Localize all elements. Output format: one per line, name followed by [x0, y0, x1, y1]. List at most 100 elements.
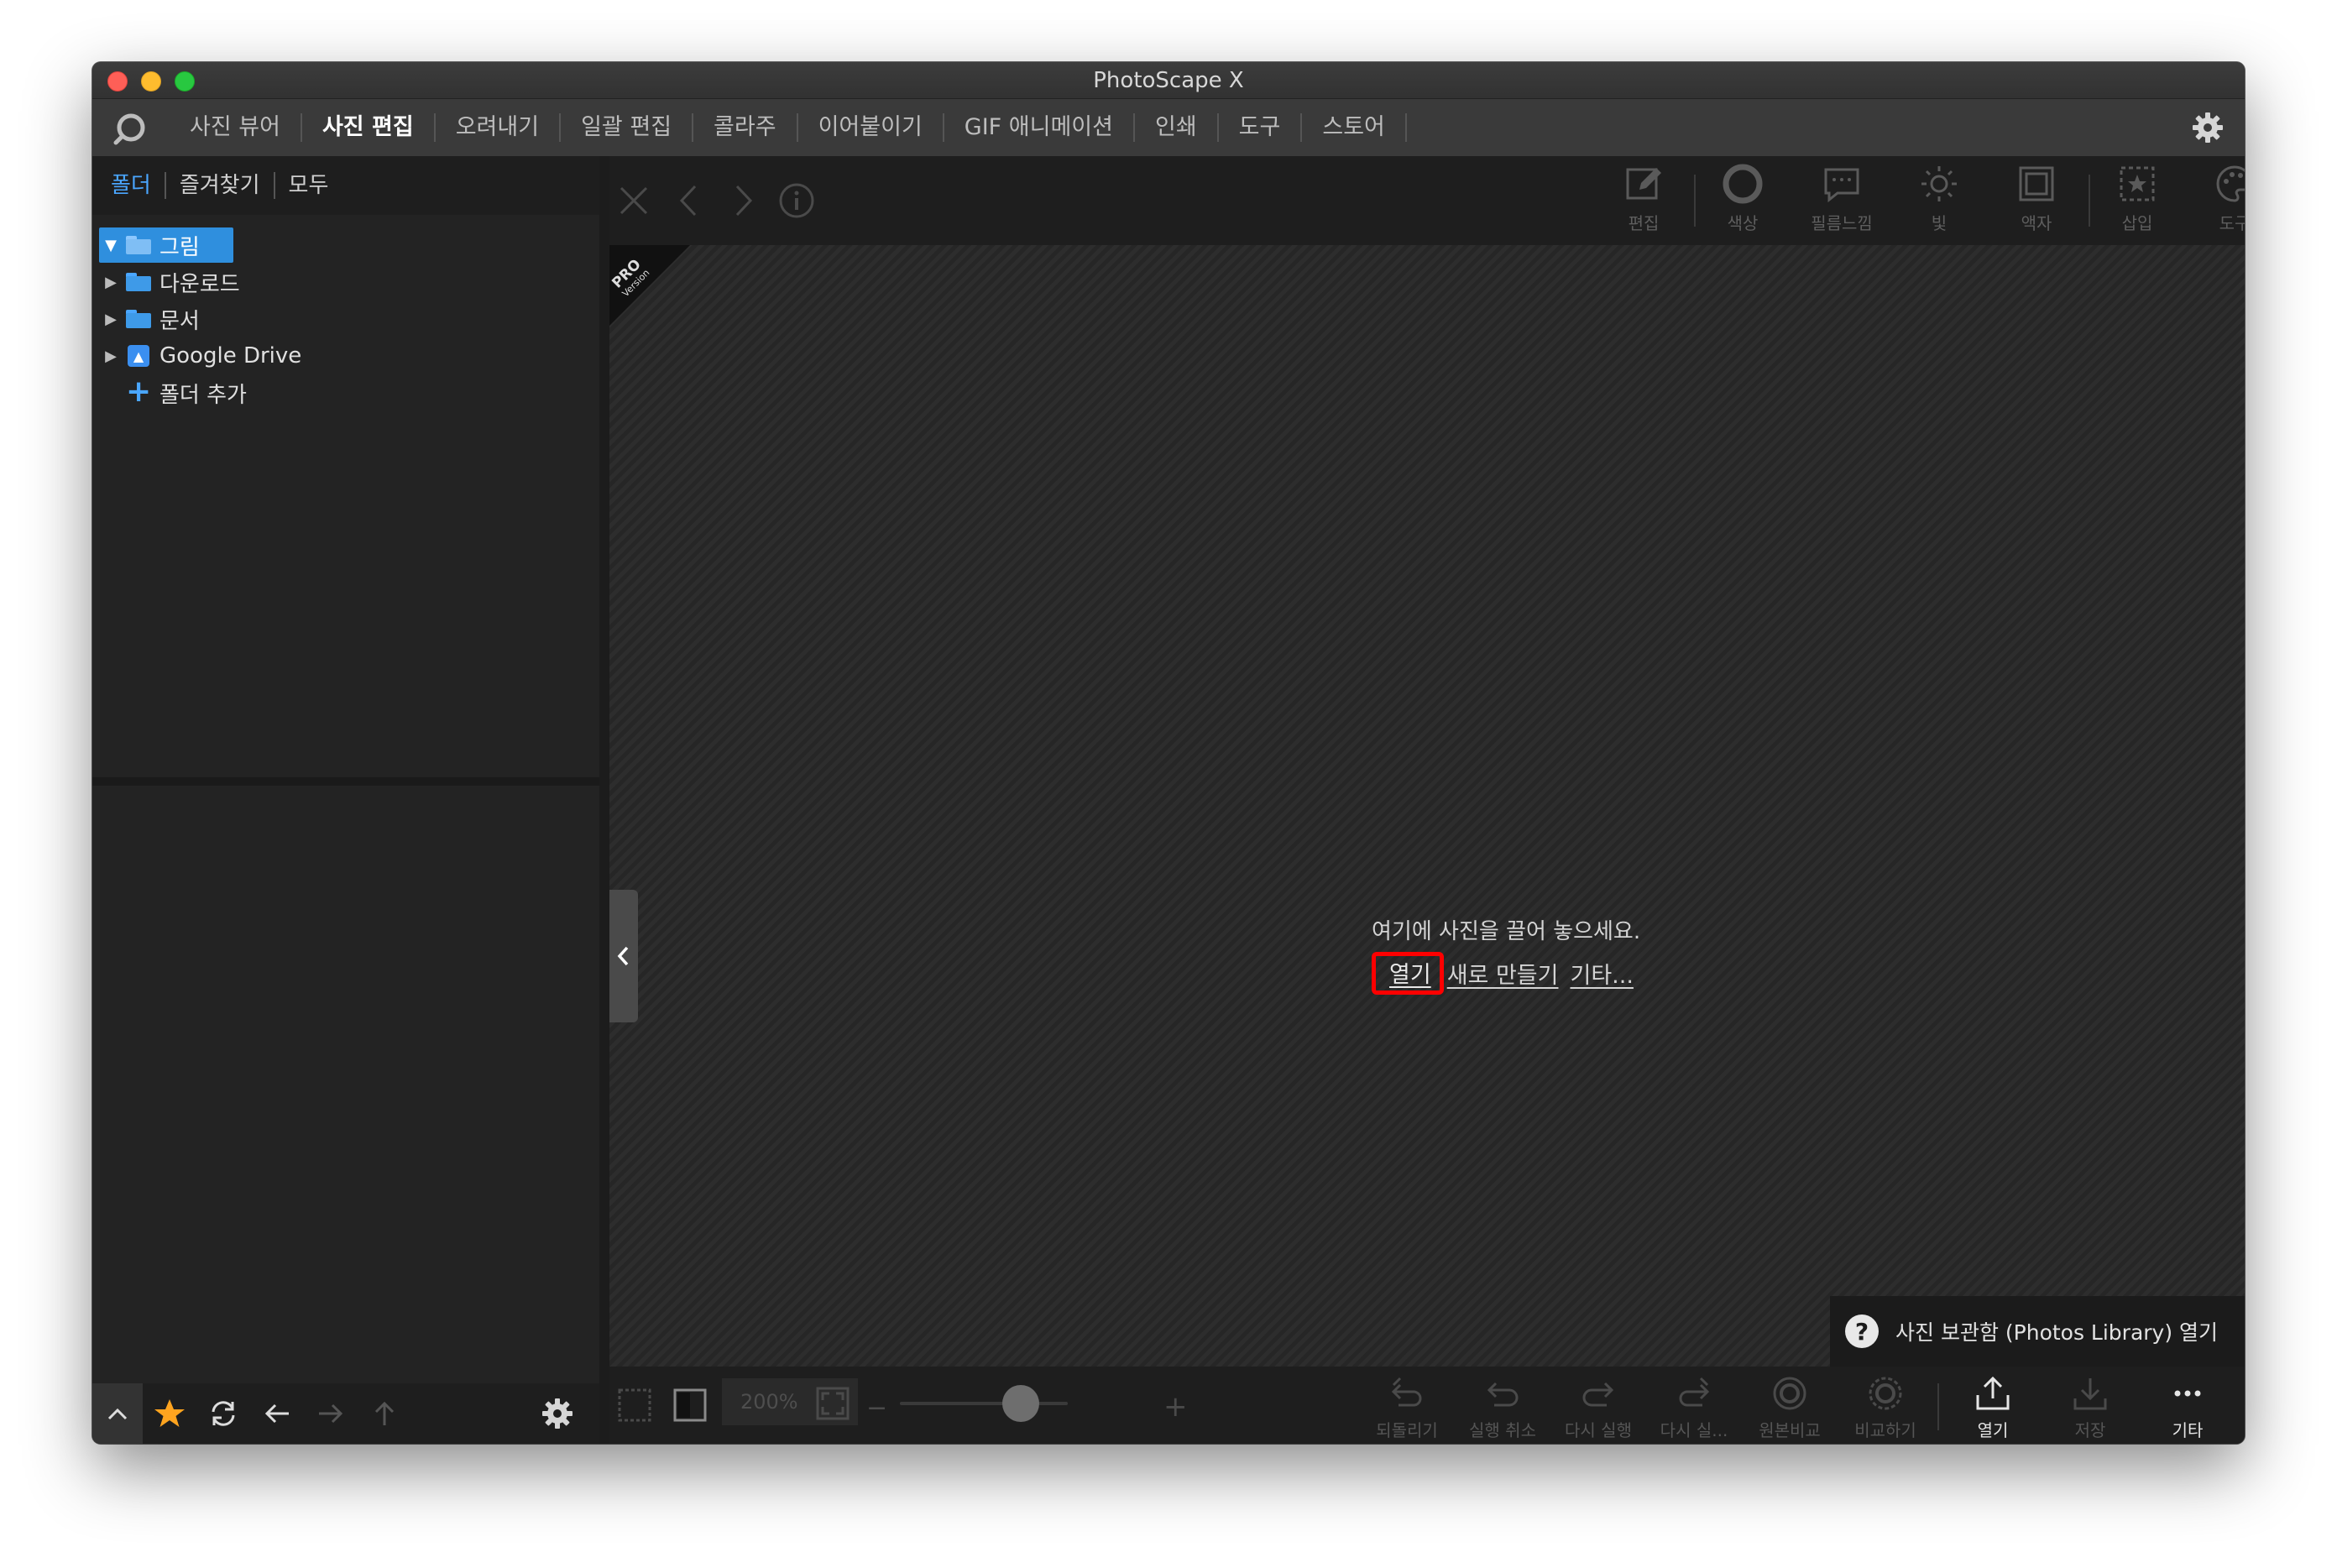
zoom-window-button[interactable]	[175, 71, 195, 91]
photos-library-button[interactable]: ? 사진 보관함 (Photos Library) 열기	[1830, 1296, 2245, 1367]
compare-original-button[interactable]: 원본비교	[1746, 1373, 1833, 1444]
left-panel-tabs: 폴더 즐겨찾기 모두	[92, 156, 599, 215]
tool-light[interactable]: 빛	[1899, 163, 1979, 238]
palette-icon	[2216, 165, 2245, 202]
tree-item-pictures[interactable]: ▼ 그림	[92, 227, 599, 264]
collapse-panel-button[interactable]	[609, 890, 638, 1022]
folder-icon	[126, 273, 151, 291]
tool-tools[interactable]: 도구	[2194, 163, 2245, 238]
editor-top-toolbar: 편집 색상 필름느낌 빛 액자 삽입 도구	[609, 156, 2245, 245]
undo-button[interactable]: 실행 취소	[1459, 1373, 1546, 1444]
more-dots-icon	[2174, 1390, 2201, 1397]
tree-item-google-drive[interactable]: ▶ ▲ Google Drive	[92, 337, 599, 374]
photo-canvas[interactable]: PRO Version 여기에 사진을 끌어 놓으세요. 열기 새로 만들기 기타…	[609, 245, 2245, 1367]
close-photo-icon[interactable]	[614, 181, 653, 220]
app-logo-icon[interactable]	[92, 99, 170, 156]
chevron-left-icon	[617, 946, 629, 966]
panel-splitter[interactable]	[92, 777, 599, 786]
upload-open-icon	[1976, 1376, 2010, 1410]
close-window-button[interactable]	[107, 71, 128, 91]
color-circle-icon	[1723, 164, 1763, 204]
open-link[interactable]: 열기	[1372, 952, 1444, 995]
left-bottom-toolbar	[92, 1383, 599, 1444]
settings-gear-icon[interactable]	[2191, 111, 2225, 144]
help-question-icon: ?	[1845, 1315, 1879, 1348]
menu-photo-editor[interactable]: 사진 편집	[302, 113, 436, 142]
window-title: PhotoScape X	[1093, 67, 1244, 93]
more-button[interactable]: 기타	[2144, 1373, 2231, 1444]
drop-photo-message: 여기에 사진을 끌어 놓으세요.	[1372, 919, 1641, 944]
tree-item-label: 폴더 추가	[159, 382, 247, 408]
zoom-out-icon[interactable]: −	[866, 1393, 887, 1423]
next-photo-icon[interactable]	[724, 181, 762, 220]
new-image-link[interactable]: 새로 만들기	[1447, 957, 1559, 990]
tool-insert[interactable]: 삽입	[2097, 163, 2178, 238]
zoom-slider-knob[interactable]	[1002, 1385, 1039, 1422]
menu-gif[interactable]: GIF 애니메이션	[944, 113, 1135, 142]
tool-frame[interactable]: 액자	[1996, 163, 2077, 238]
revert-icon	[1391, 1377, 1422, 1407]
frame-icon	[2019, 166, 2054, 201]
menu-batch[interactable]: 일괄 편집	[561, 113, 694, 142]
menu-print[interactable]: 인쇄	[1135, 113, 1219, 142]
pro-version-badge: PRO Version	[609, 245, 690, 326]
fit-screen-icon[interactable]	[814, 1385, 851, 1422]
redo-button[interactable]: 다시 실행	[1555, 1373, 1642, 1444]
selection-icon[interactable]	[616, 1387, 653, 1424]
redo-all-icon	[1679, 1377, 1710, 1407]
previous-photo-icon[interactable]	[670, 181, 708, 220]
title-bar: PhotoScape X	[92, 62, 2245, 99]
other-link[interactable]: 기타...	[1570, 957, 1633, 990]
thumbnail-pane	[92, 786, 599, 1383]
menu-collage[interactable]: 콜라주	[693, 113, 798, 142]
open-file-button[interactable]: 열기	[1949, 1373, 2036, 1444]
zoom-slider-track[interactable]	[900, 1402, 1068, 1405]
folder-icon	[126, 236, 151, 254]
folder-tree: ▼ 그림 ▶ 다운로드 ▶ 문서 ▶ ▲ Google Drive + 폴더 추…	[92, 215, 599, 777]
tree-item-label: Google Drive	[159, 343, 302, 368]
editor-bottom-toolbar: 200% − + 되돌리기 실행 취소 다시 실행 다시 실... 원본비교 비…	[609, 1367, 2245, 1444]
open-links: 열기 새로 만들기 기타...	[1372, 952, 1645, 995]
expand-right-icon[interactable]: ▶	[99, 274, 123, 291]
expand-right-icon[interactable]: ▶	[99, 348, 123, 365]
tab-favorites[interactable]: 즐겨찾기	[166, 172, 275, 199]
app-window: PhotoScape X 사진 뷰어 사진 편집 오려내기 일괄 편집 콜라주 …	[92, 62, 2245, 1444]
chevron-up-icon[interactable]	[92, 1383, 143, 1444]
tool-film[interactable]: 필름느낌	[1801, 163, 1882, 238]
tree-item-downloads[interactable]: ▶ 다운로드	[92, 264, 599, 301]
menu-store[interactable]: 스토어	[1302, 113, 1407, 142]
menu-photo-viewer[interactable]: 사진 뷰어	[170, 113, 302, 142]
expand-right-icon[interactable]: ▶	[99, 311, 123, 328]
redo-icon	[1582, 1382, 1614, 1407]
insert-star-icon	[2120, 166, 2155, 201]
film-effect-icon	[1824, 168, 1859, 203]
editor-area: 편집 색상 필름느낌 빛 액자 삽입 도구 PRO Version 여기에 사진…	[609, 156, 2245, 1444]
menu-tools[interactable]: 도구	[1219, 113, 1303, 142]
folder-settings-gear-icon[interactable]	[541, 1397, 574, 1430]
edit-pencil-icon	[1626, 168, 1661, 200]
tab-all[interactable]: 모두	[275, 172, 342, 199]
refresh-icon[interactable]	[196, 1383, 250, 1444]
compare-button[interactable]: 비교하기	[1842, 1373, 1929, 1444]
tool-color[interactable]: 색상	[1702, 163, 1783, 238]
tree-item-add-folder[interactable]: + 폴더 추가	[92, 374, 599, 411]
zoom-in-icon[interactable]: +	[1163, 1390, 1188, 1424]
tab-folder[interactable]: 폴더	[97, 172, 166, 199]
minimize-window-button[interactable]	[141, 71, 161, 91]
redo-all-button[interactable]: 다시 실...	[1650, 1373, 1738, 1444]
save-button[interactable]: 저장	[2047, 1373, 2134, 1444]
background-toggle-icon[interactable]	[672, 1387, 708, 1424]
tool-edit[interactable]: 편집	[1603, 163, 1684, 238]
menu-cut-out[interactable]: 오려내기	[436, 113, 562, 142]
revert-button[interactable]: 되돌리기	[1363, 1373, 1451, 1444]
up-arrow-icon[interactable]	[358, 1383, 411, 1444]
tree-item-label: 다운로드	[159, 271, 240, 297]
download-save-icon	[2073, 1378, 2107, 1410]
star-icon[interactable]	[143, 1383, 196, 1444]
forward-arrow-icon[interactable]	[304, 1383, 358, 1444]
expand-down-icon[interactable]: ▼	[99, 237, 123, 254]
info-icon[interactable]	[777, 181, 816, 220]
menu-combine[interactable]: 이어붙이기	[798, 113, 944, 142]
tree-item-documents[interactable]: ▶ 문서	[92, 301, 599, 337]
back-arrow-icon[interactable]	[250, 1383, 304, 1444]
